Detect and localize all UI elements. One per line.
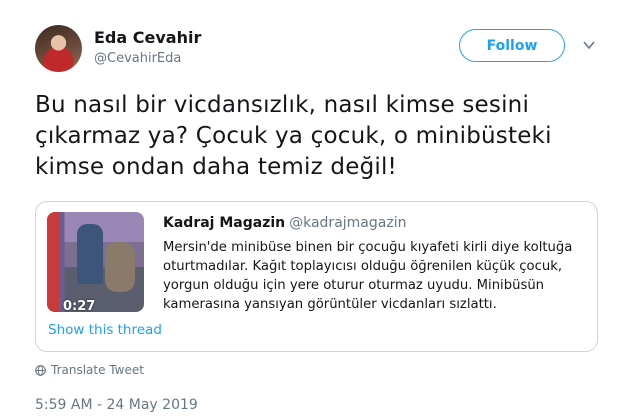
author-name[interactable]: Eda Cevahir [94,28,201,47]
author-handle[interactable]: @CevahirEda [94,51,181,66]
quoted-author-handle: @kadrajmagazin [289,215,407,231]
quoted-line: Mersin'de minibüse binen bir çocuğu kıya… [163,240,573,255]
globe-icon [35,364,46,376]
tweet-timestamp[interactable]: 5:59 AM - 24 May 2019 [35,397,198,413]
quoted-author: Kadraj Magazin @kadrajmagazin [163,215,406,231]
quoted-tweet-card[interactable]: 0:27 Kadraj Magazin @kadrajmagazin Mersin… [35,201,598,352]
follow-button[interactable]: Follow [459,29,565,62]
avatar[interactable] [35,25,82,72]
tweet-text: Bu nasıl bir vicdansızlık, nasıl kimse s… [35,90,610,183]
translate-tweet-link[interactable]: Translate Tweet [35,363,144,377]
tweet-line: Bu nasıl bir vicdansızlık, nasıl kimse s… [35,92,530,118]
thumbnail-figure [105,242,135,292]
video-thumbnail[interactable]: 0:27 [47,212,144,312]
tweet-line: kimse ondan daha temiz değil! [35,154,397,180]
quoted-line: oturtmadılar. Kağıt toplayıcısı olduğu ö… [163,259,563,274]
quoted-line: kamerasına yansıyan görüntüler vicdanlar… [163,297,497,312]
thumbnail-pole [47,212,59,312]
show-thread-link[interactable]: Show this thread [48,322,162,338]
video-duration: 0:27 [63,299,96,312]
quoted-tweet-text: Mersin'de minibüse binen bir çocuğu kıya… [163,238,588,314]
quoted-author-name: Kadraj Magazin [163,215,286,231]
thumbnail-figure [77,224,103,284]
tweet-line: çıkarmaz ya? Çocuk ya çocuk, o minibüste… [35,123,552,149]
quoted-line: yorgun olduğu için yere oturur oturmaz u… [163,278,545,293]
chevron-down-icon[interactable] [582,38,596,52]
translate-label: Translate Tweet [51,363,144,377]
